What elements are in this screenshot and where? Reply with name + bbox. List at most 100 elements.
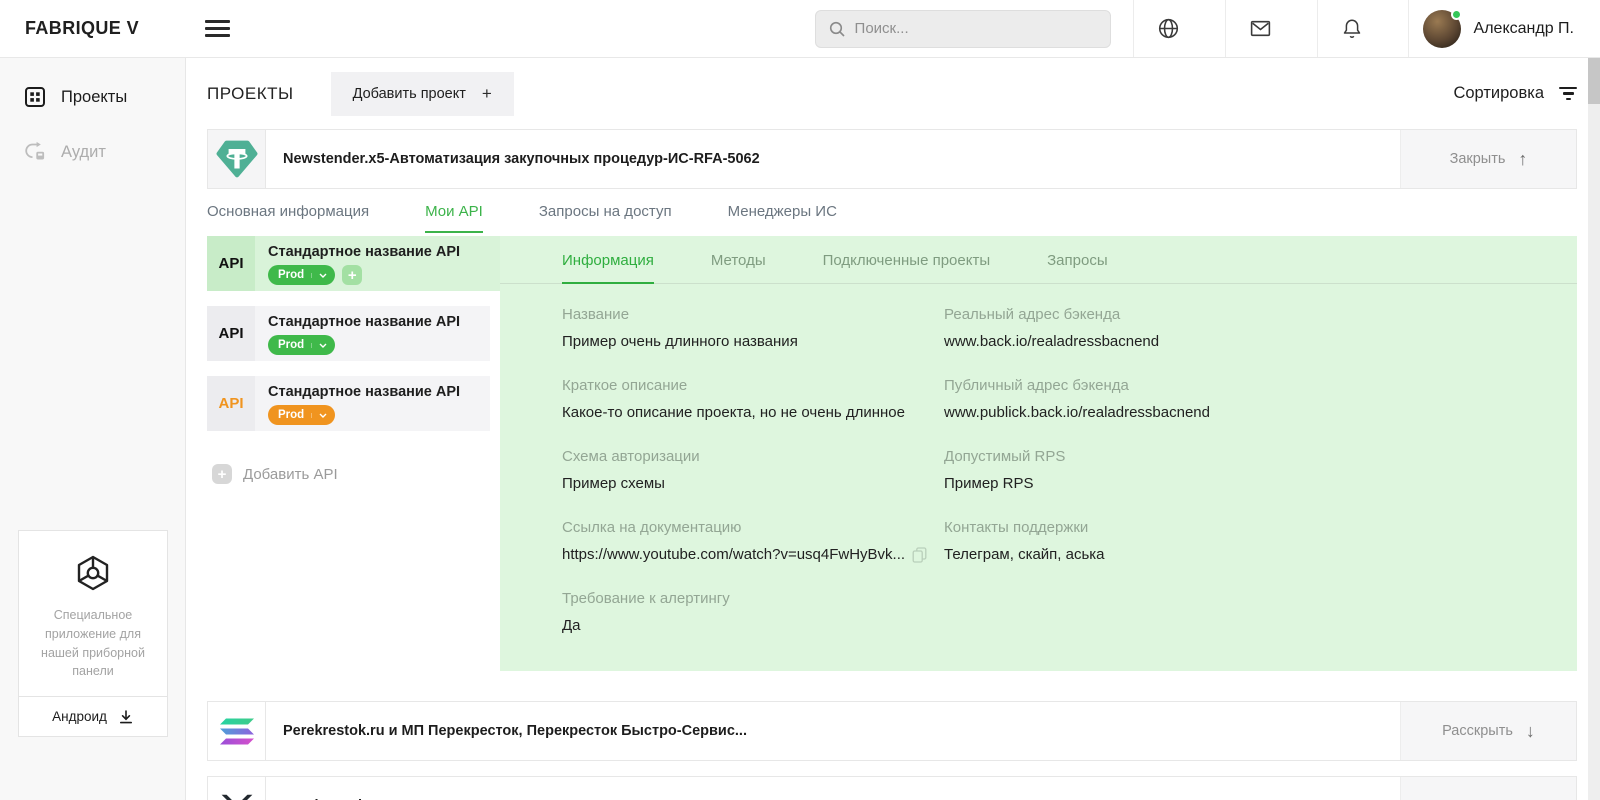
env-label: Prod (278, 269, 304, 281)
page-title: ПРОЕКТЫ (207, 84, 294, 104)
scrollbar-thumb[interactable] (1588, 58, 1600, 104)
project-title: Newstender.x5-Автоматизация закупочных п… (266, 130, 760, 188)
field-value: Телеграм, скайп, аська (944, 546, 1210, 563)
api-abbr: API (207, 376, 255, 431)
sidebar-item-audit[interactable]: Аудит (0, 131, 185, 173)
project-card-expanded: Newstender.x5-Автоматизация закупочных п… (207, 129, 1577, 189)
api-detail-panel: Информация Методы Подключенные проекты З… (500, 236, 1577, 671)
chevron-down-icon (311, 273, 327, 278)
field-short-description: Краткое описание Какое-то описание проек… (562, 377, 944, 421)
top-header: FABRIQUE V (0, 0, 1600, 58)
language-button[interactable] (1134, 17, 1203, 40)
messages-button[interactable] (1226, 17, 1295, 40)
tab-information[interactable]: Информация (562, 252, 654, 284)
field-label: Допустимый RPS (944, 448, 1210, 465)
app-promo-text: Специальное приложение для нашей приборн… (19, 606, 167, 696)
app-logo: FABRIQUE V (25, 18, 139, 39)
project-title: Perekrestok.ru и МП Перекресток, Перекре… (266, 702, 747, 760)
search-input[interactable] (855, 20, 1098, 37)
project-tabs: Основная информация Мои API Запросы на д… (207, 189, 1577, 233)
xrp-icon (219, 793, 255, 800)
api-detail-tabs: Информация Методы Подключенные проекты З… (500, 236, 1577, 284)
download-icon (118, 709, 134, 725)
project-logo-cell (208, 130, 266, 188)
field-label: Реальный адрес бэкенда (944, 306, 1210, 323)
filter-icon (1559, 87, 1577, 101)
project-logo-cell (208, 702, 266, 760)
tab-methods[interactable]: Методы (711, 252, 766, 283)
field-value: Какое-то описание проекта, но не очень д… (562, 404, 944, 421)
project-logo-cell (208, 777, 266, 800)
hamburger-icon (205, 20, 230, 23)
tab-is-managers[interactable]: Менеджеры ИС (728, 203, 837, 233)
field-label: Краткое описание (562, 377, 944, 394)
env-label: Prod (278, 339, 304, 351)
close-label: Закрыть (1450, 151, 1506, 167)
plus-icon: + (482, 84, 492, 104)
api-name: Стандартное название API (268, 384, 460, 400)
add-project-label: Добавить проект (353, 86, 466, 102)
field-value: www.publick.back.io/realadressbacnend (944, 404, 1210, 421)
copy-link-button[interactable] (912, 547, 927, 563)
expand-project-button[interactable]: Расскрыть ↓ (1400, 702, 1576, 760)
field-label: Ссылка на документацию (562, 519, 944, 536)
env-label: Prod (278, 409, 304, 421)
chevron-down-icon (311, 413, 327, 418)
sidebar: Проекты Аудит (0, 58, 186, 800)
audit-icon (24, 141, 46, 163)
api-item[interactable]: API Стандартное название API Prod (207, 376, 490, 431)
down-arrow-icon: ↓ (1526, 721, 1535, 742)
globe-icon (1157, 17, 1180, 40)
user-menu[interactable]: Александр П. (1409, 10, 1600, 48)
field-value: Пример схемы (562, 475, 944, 492)
mail-icon (1249, 17, 1272, 40)
field-value: Пример RPS (944, 475, 1210, 492)
api-abbr: API (207, 306, 255, 361)
add-api-button[interactable]: + Добавить API (207, 464, 500, 484)
expand-project-button[interactable]: Расскрыть ↓ (1400, 777, 1576, 800)
bell-icon (1341, 17, 1363, 40)
tab-requests[interactable]: Запросы (1047, 252, 1108, 283)
api-item[interactable]: API Стандартное название API Prod (207, 236, 500, 291)
notifications-button[interactable] (1318, 17, 1386, 40)
field-label: Название (562, 306, 944, 323)
field-documentation-link: Ссылка на документацию https://www.youtu… (562, 519, 944, 563)
expand-label: Расскрыть (1442, 723, 1513, 739)
avatar[interactable] (1423, 10, 1461, 48)
api-abbr: API (207, 236, 255, 291)
project-title: Perekrestok.ru и МП Перекресток, Перекре… (266, 777, 747, 800)
add-env-button[interactable]: + (342, 265, 362, 285)
field-real-backend-address: Реальный адрес бэкенда www.back.io/reala… (944, 306, 1210, 350)
search-box[interactable] (815, 10, 1111, 48)
android-download-button[interactable]: Андроид (19, 696, 167, 736)
sidebar-item-projects[interactable]: Проекты (0, 76, 185, 118)
app-promo-card: Специальное приложение для нашей приборн… (18, 530, 168, 737)
app-cube-icon (73, 553, 113, 593)
plus-icon: + (212, 464, 232, 484)
env-badge[interactable]: Prod (268, 405, 335, 425)
env-badge[interactable]: Prod (268, 335, 335, 355)
add-project-button[interactable]: Добавить проект + (331, 72, 514, 116)
tab-connected-projects[interactable]: Подключенные проекты (823, 252, 991, 283)
tether-icon (216, 138, 258, 180)
sort-label: Сортировка (1453, 84, 1544, 103)
env-badge[interactable]: Prod (268, 265, 335, 285)
menu-button[interactable] (201, 16, 234, 41)
projects-toolbar: ПРОЕКТЫ Добавить проект + Сортировка (207, 58, 1577, 129)
close-project-button[interactable]: Закрыть ↑ (1400, 130, 1576, 188)
field-value: https://www.youtube.com/watch?v=usq4FwHy… (562, 546, 905, 563)
tab-my-api[interactable]: Мои API (425, 203, 483, 233)
api-item[interactable]: API Стандартное название API Prod (207, 306, 490, 361)
add-api-label: Добавить API (243, 466, 338, 483)
field-label: Схема авторизации (562, 448, 944, 465)
sort-button[interactable]: Сортировка (1453, 84, 1577, 103)
scrollbar-track[interactable] (1588, 58, 1600, 800)
projects-grid-icon (24, 86, 46, 108)
tab-main-info[interactable]: Основная информация (207, 203, 369, 233)
field-label: Требование к алертингу (562, 590, 944, 607)
copy-icon (912, 547, 927, 563)
field-name: Название Пример очень длинного названия (562, 306, 944, 350)
user-name: Александр П. (1474, 20, 1574, 38)
tab-access-requests[interactable]: Запросы на доступ (539, 203, 672, 233)
project-card-collapsed: Perekrestok.ru и МП Перекресток, Перекре… (207, 701, 1577, 761)
